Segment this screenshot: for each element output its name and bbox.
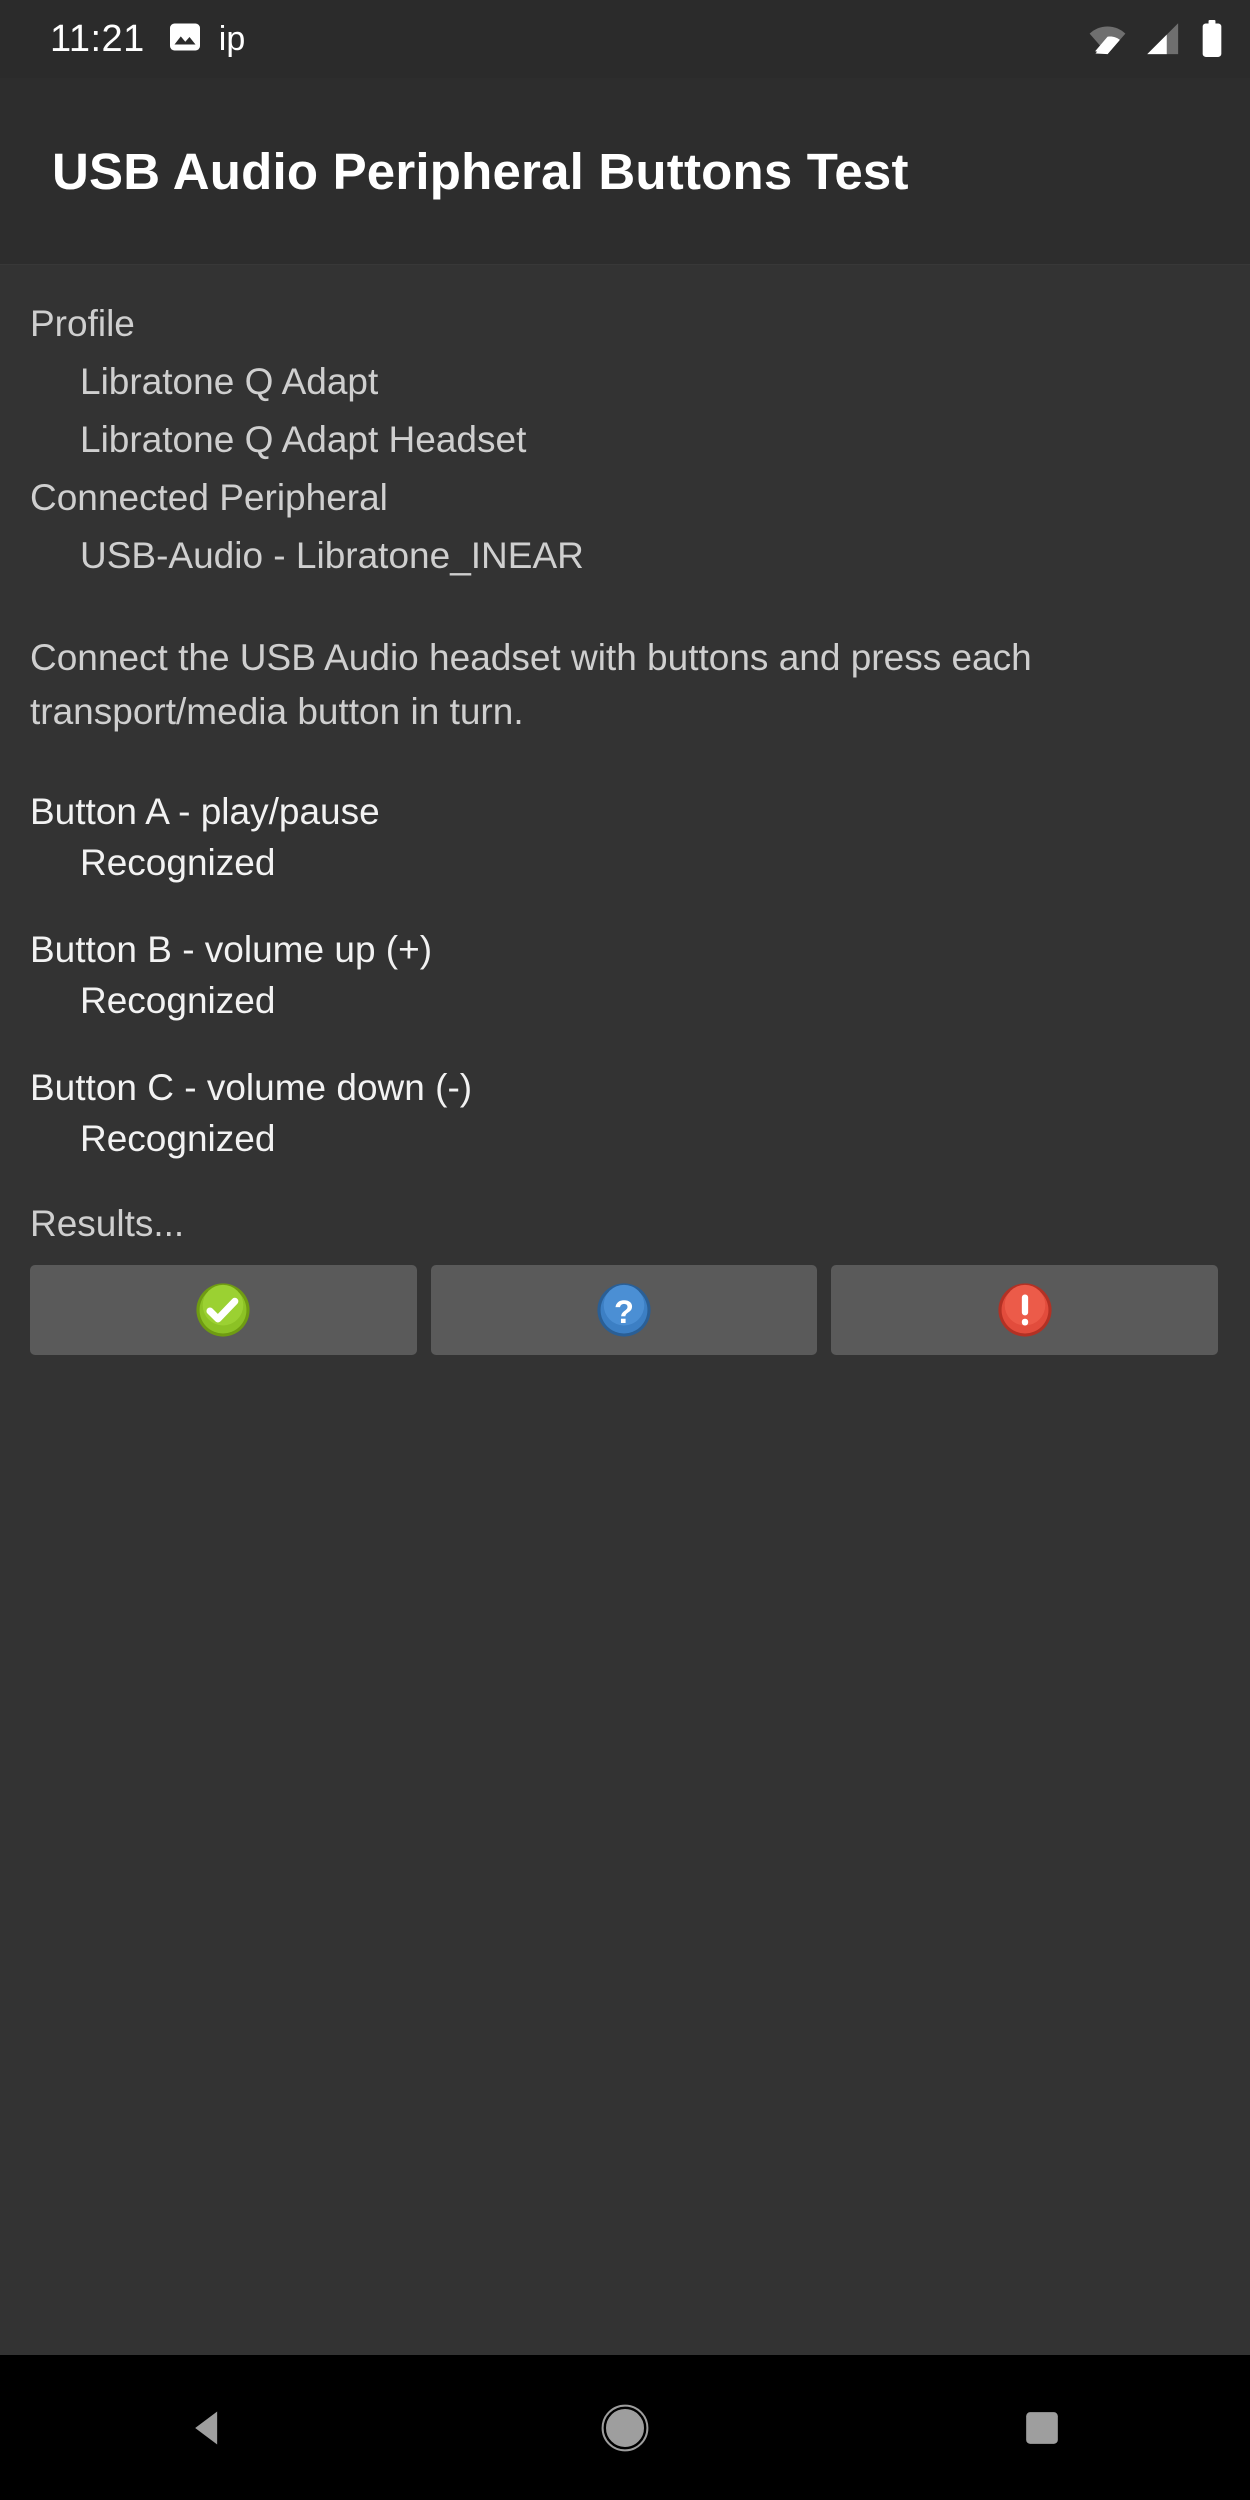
- results-button-row: ?: [30, 1265, 1220, 1355]
- home-circle-icon: [601, 2404, 649, 2452]
- profile-value-0: Libratone Q Adapt: [80, 361, 379, 402]
- profile-value-1: Libratone Q Adapt Headset: [80, 419, 527, 460]
- app-title-bar: USB Audio Peripheral Buttons Test: [0, 78, 1250, 265]
- fail-button[interactable]: [831, 1265, 1219, 1355]
- device-info-block: Profile Libratone Q Adapt Libratone Q Ad…: [30, 265, 1220, 585]
- results-label: Results...: [30, 1203, 185, 1244]
- connected-peripheral-value: USB-Audio - Libratone_INEAR: [80, 535, 584, 576]
- button-tests-list: Button A - play/pause Recognized Button …: [30, 787, 1220, 1165]
- connected-peripheral-label: Connected Peripheral: [30, 477, 388, 518]
- status-bar: 11:21 ip: [0, 0, 1250, 78]
- svg-text:?: ?: [614, 1293, 634, 1330]
- page-title: USB Audio Peripheral Buttons Test: [52, 142, 909, 200]
- cellular-signal-icon: [1144, 20, 1183, 59]
- status-bar-left: 11:21 ip: [50, 19, 245, 60]
- pass-button[interactable]: [30, 1265, 417, 1355]
- check-circle-icon: [194, 1281, 252, 1339]
- wifi-icon: [1088, 20, 1127, 59]
- question-circle-icon: ?: [595, 1281, 653, 1339]
- instructions-text: Connect the USB Audio headset with butto…: [30, 637, 1032, 732]
- profile-label: Profile: [30, 303, 135, 344]
- test-label-button-b: Button B - volume up (+): [30, 929, 433, 970]
- exclamation-circle-icon: [996, 1281, 1054, 1339]
- test-status-button-c: Recognized: [80, 1118, 276, 1159]
- test-status-button-b: Recognized: [80, 980, 276, 1021]
- nav-home-button[interactable]: [550, 2355, 700, 2500]
- status-clock: 11:21: [50, 18, 145, 60]
- info-button[interactable]: ?: [430, 1265, 818, 1355]
- battery-full-icon: [1200, 20, 1224, 58]
- nav-back-button[interactable]: [133, 2355, 283, 2500]
- status-bar-right: [1088, 20, 1224, 59]
- status-notification-area: ip: [167, 19, 245, 60]
- recents-square-icon: [1022, 2408, 1062, 2448]
- test-item-button-b: Button B - volume up (+) Recognized: [30, 925, 1220, 1027]
- back-triangle-icon: [186, 2404, 230, 2452]
- test-item-button-a: Button A - play/pause Recognized: [30, 787, 1220, 889]
- test-label-button-c: Button C - volume down (-): [30, 1067, 473, 1108]
- test-status-button-a: Recognized: [80, 842, 276, 883]
- android-screen: 11:21 ip USB Audio Peripheral Buttons Te…: [0, 0, 1250, 2500]
- image-icon: [167, 19, 203, 60]
- test-item-button-c: Button C - volume down (-) Recognized: [30, 1063, 1220, 1165]
- test-label-button-a: Button A - play/pause: [30, 791, 380, 832]
- main-content: Profile Libratone Q Adapt Libratone Q Ad…: [0, 265, 1250, 2355]
- nav-recents-button[interactable]: [967, 2355, 1117, 2500]
- system-navigation-bar: [0, 2355, 1250, 2500]
- status-notification-label: ip: [218, 20, 246, 58]
